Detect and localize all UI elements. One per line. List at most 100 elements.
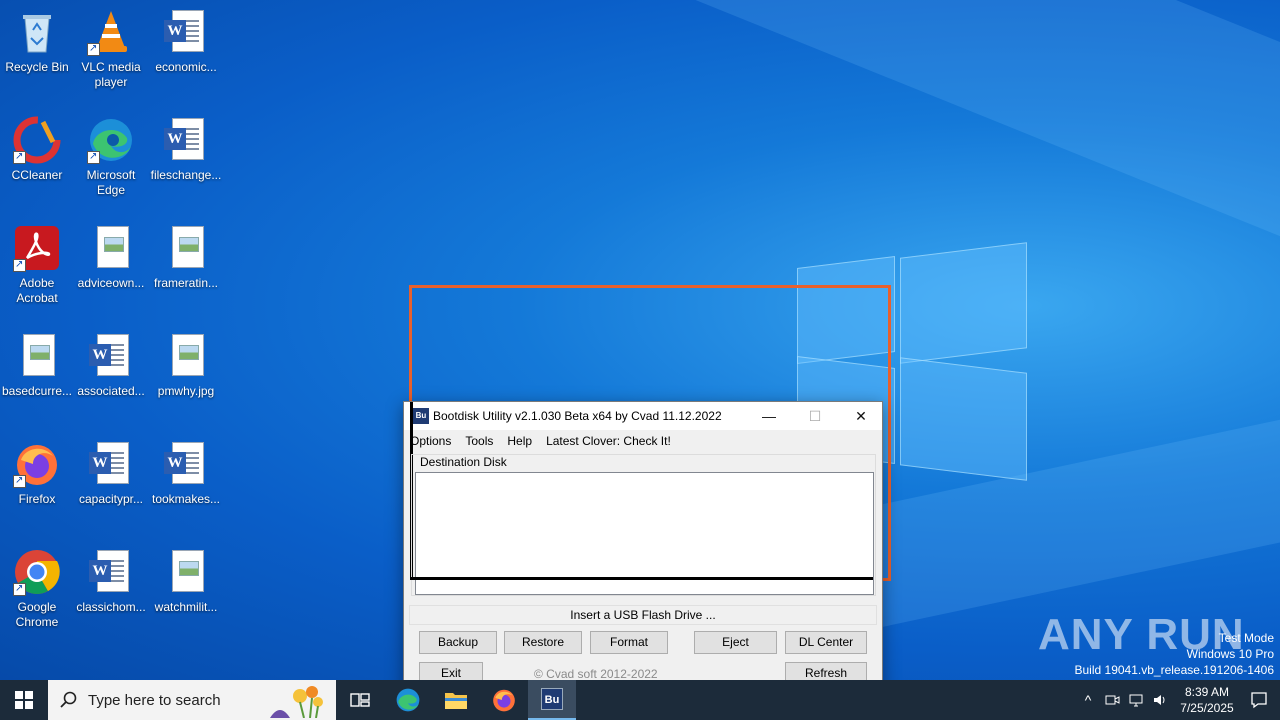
system-tray: ^ 8:39 AM 7/25/2025 bbox=[1076, 680, 1280, 720]
windows-logo-pane bbox=[900, 242, 1027, 364]
format-button[interactable]: Format bbox=[590, 631, 668, 654]
desktop-icon-label: basedcurre... bbox=[1, 384, 73, 398]
edge-icon bbox=[396, 688, 420, 712]
desktop-icon-economic[interactable]: W economic... bbox=[149, 8, 223, 75]
backup-button[interactable]: Backup bbox=[419, 631, 497, 654]
desktop-icon-recycle-bin[interactable]: Recycle Bin bbox=[0, 8, 74, 75]
maximize-button[interactable]: ☐ bbox=[792, 402, 838, 430]
taskbar: Type here to search Bu ^ 8:39 AM 7/25/20… bbox=[0, 680, 1280, 720]
notifications-icon[interactable] bbox=[1250, 691, 1268, 709]
black-border-line bbox=[411, 577, 873, 580]
windows-logo-pane bbox=[900, 357, 1027, 481]
desktop-icon-ccleaner[interactable]: CCleaner bbox=[0, 116, 74, 183]
destination-disk-group: Destination Disk bbox=[411, 454, 876, 596]
word-doc-icon: W bbox=[87, 548, 135, 596]
meet-now-icon[interactable] bbox=[1104, 692, 1120, 708]
file-explorer-icon bbox=[445, 693, 467, 709]
window-title: Bootdisk Utility v2.1.030 Beta x64 by Cv… bbox=[433, 409, 722, 423]
taskbar-file-explorer-button[interactable] bbox=[432, 680, 480, 720]
ccleaner-icon bbox=[13, 116, 61, 164]
edge-icon bbox=[87, 116, 135, 164]
volume-icon[interactable] bbox=[1152, 692, 1168, 708]
menu-tools[interactable]: Tools bbox=[465, 434, 493, 448]
firefox-icon bbox=[493, 689, 515, 712]
destination-disk-label: Destination Disk bbox=[418, 455, 509, 469]
desktop-icon-pmwhy[interactable]: pmwhy.jpg bbox=[149, 332, 223, 399]
desktop-icon-label: Adobe Acrobat bbox=[16, 276, 58, 305]
network-icon[interactable] bbox=[1128, 692, 1144, 708]
eject-button[interactable]: Eject bbox=[694, 631, 777, 654]
desktop-icon-vlc[interactable]: VLC media player bbox=[74, 8, 148, 90]
desktop-icon-label: economic... bbox=[155, 60, 217, 74]
chrome-icon bbox=[13, 548, 61, 596]
search-highlight-flowers-icon bbox=[270, 686, 323, 718]
windows-start-icon bbox=[15, 691, 33, 709]
firefox-icon bbox=[13, 440, 61, 488]
word-doc-icon: W bbox=[87, 440, 135, 488]
desktop-icon-firefox[interactable]: Firefox bbox=[0, 440, 74, 507]
desktop-icon-adobe-acrobat[interactable]: Adobe Acrobat bbox=[0, 224, 74, 306]
desktop-icon-capacitypr[interactable]: W capacitypr... bbox=[74, 440, 148, 507]
taskbar-firefox-button[interactable] bbox=[480, 680, 528, 720]
desktop-icon-adviceown[interactable]: adviceown... bbox=[74, 224, 148, 291]
menu-latest-clover[interactable]: Latest Clover: Check It! bbox=[546, 434, 671, 448]
word-doc-icon: W bbox=[87, 332, 135, 380]
desktop-icon-watchmilit[interactable]: watchmilit... bbox=[149, 548, 223, 615]
desktop-icon-label: Google Chrome bbox=[15, 600, 59, 629]
menu-bar: Options Tools Help Latest Clover: Check … bbox=[404, 430, 882, 452]
os-edition-text: Windows 10 Pro bbox=[1186, 647, 1274, 661]
desktop-icon-label: classichom... bbox=[76, 600, 146, 614]
bootdisk-utility-window: Bu Bootdisk Utility v2.1.030 Beta x64 by… bbox=[403, 401, 883, 691]
image-file-icon bbox=[162, 548, 210, 596]
search-placeholder: Type here to search bbox=[88, 691, 221, 709]
taskbar-clock[interactable]: 8:39 AM 7/25/2025 bbox=[1172, 684, 1242, 716]
os-info-watermark: Test Mode Windows 10 Pro Build 19041.vb_… bbox=[1075, 630, 1275, 678]
desktop-icon-label: VLC media player bbox=[81, 60, 141, 89]
desktop-icon-label: Recycle Bin bbox=[5, 60, 69, 74]
word-doc-icon: W bbox=[162, 8, 210, 56]
desktop-icon-frameratin[interactable]: frameratin... bbox=[149, 224, 223, 291]
start-button[interactable] bbox=[0, 680, 48, 720]
recycle-bin-icon bbox=[13, 8, 61, 56]
taskbar-edge-button[interactable] bbox=[384, 680, 432, 720]
taskbar-search-box[interactable]: Type here to search bbox=[48, 680, 336, 720]
menu-options[interactable]: Options bbox=[410, 434, 451, 448]
window-titlebar[interactable]: Bu Bootdisk Utility v2.1.030 Beta x64 by… bbox=[404, 402, 882, 430]
vlc-icon bbox=[87, 8, 135, 56]
desktop-icon-label: Microsoft Edge bbox=[86, 168, 136, 197]
desktop-icon-label: watchmilit... bbox=[154, 600, 218, 614]
restore-button[interactable]: Restore bbox=[504, 631, 582, 654]
desktop-icon-classichom[interactable]: W classichom... bbox=[74, 548, 148, 615]
close-button[interactable]: ✕ bbox=[838, 402, 884, 430]
search-icon bbox=[60, 691, 77, 708]
word-doc-icon: W bbox=[162, 116, 210, 164]
image-file-icon bbox=[162, 224, 210, 272]
desktop-icon-label: adviceown... bbox=[77, 276, 145, 290]
desktop-icon-label: CCleaner bbox=[11, 168, 63, 182]
desktop-icon-microsoft-edge[interactable]: Microsoft Edge bbox=[74, 116, 148, 198]
test-mode-text: Test Mode bbox=[1218, 631, 1274, 645]
acrobat-icon bbox=[13, 224, 61, 272]
clock-date: 7/25/2025 bbox=[1180, 701, 1234, 715]
image-file-icon bbox=[87, 224, 135, 272]
desktop-icon-basedcurre[interactable]: basedcurre... bbox=[0, 332, 74, 399]
desktop-icon-tookmakes[interactable]: W tookmakes... bbox=[149, 440, 223, 507]
show-hidden-icons-chevron-icon[interactable]: ^ bbox=[1076, 692, 1100, 708]
minimize-button[interactable]: — bbox=[746, 402, 792, 430]
desktop-icon-label: capacitypr... bbox=[78, 492, 144, 506]
taskbar-bootdisk-button[interactable]: Bu bbox=[528, 680, 576, 720]
menu-help[interactable]: Help bbox=[507, 434, 532, 448]
desktop-icon-google-chrome[interactable]: Google Chrome bbox=[0, 548, 74, 630]
desktop-icon-label: Firefox bbox=[18, 492, 56, 506]
task-view-button[interactable] bbox=[336, 680, 384, 720]
dl-center-button[interactable]: DL Center bbox=[785, 631, 867, 654]
image-file-icon bbox=[162, 332, 210, 380]
word-doc-icon: W bbox=[162, 440, 210, 488]
desktop-icon-associated[interactable]: W associated... bbox=[74, 332, 148, 399]
bootdisk-app-icon: Bu bbox=[413, 408, 429, 424]
desktop-icon-label: fileschange... bbox=[150, 168, 222, 182]
desktop-icon-fileschange[interactable]: W fileschange... bbox=[149, 116, 223, 183]
image-file-icon bbox=[13, 332, 61, 380]
desktop-icon-label: frameratin... bbox=[153, 276, 219, 290]
status-text: Insert a USB Flash Drive ... bbox=[409, 605, 877, 625]
